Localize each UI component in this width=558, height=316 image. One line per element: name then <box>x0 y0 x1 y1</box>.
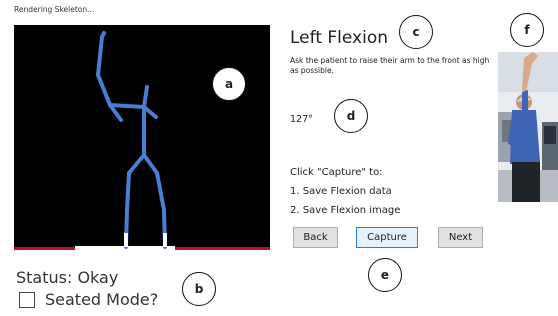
angle-readout: 127° <box>290 114 313 125</box>
capture-info-step1: 1. Save Flexion data <box>290 186 392 197</box>
callout-f-marker: f <box>510 13 544 47</box>
back-button[interactable]: Back <box>293 227 338 248</box>
seated-mode-checkbox[interactable] <box>19 291 35 308</box>
exercise-title: Left Flexion <box>290 28 389 48</box>
callout-a-marker: a <box>212 67 246 101</box>
next-button[interactable]: Next <box>438 227 483 248</box>
capture-info-heading: Click "Capture" to: <box>290 167 383 178</box>
seated-mode-label: Seated Mode? <box>45 290 159 309</box>
rendering-status-label: Rendering Skeleton... <box>14 5 95 14</box>
callout-c-marker: c <box>399 15 433 49</box>
callout-e-marker: e <box>368 258 402 292</box>
callout-b-marker: b <box>182 272 216 306</box>
status-text: Status: Okay <box>16 268 119 287</box>
exercise-instruction: Ask the patient to raise their arm to th… <box>290 56 490 75</box>
skeleton-figure-icon <box>96 31 167 249</box>
callout-d-marker: d <box>334 99 368 133</box>
capture-button[interactable]: Capture <box>356 227 418 248</box>
seated-mode-row[interactable]: Seated Mode? <box>19 290 158 309</box>
capture-info-step2: 2. Save Flexion image <box>290 205 401 216</box>
patient-photo-icon <box>498 52 558 202</box>
